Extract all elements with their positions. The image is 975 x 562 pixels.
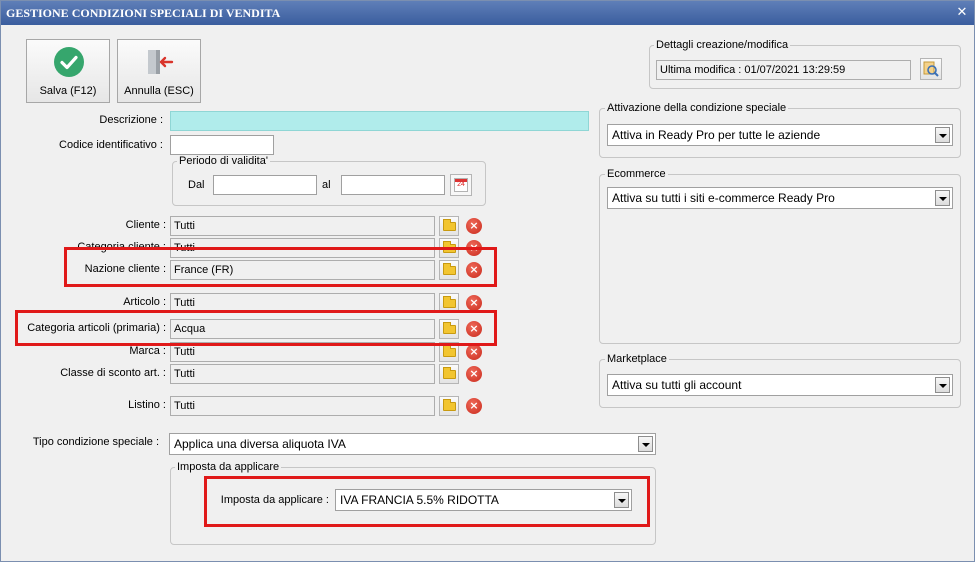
marketplace-select[interactable]: Attiva su tutti gli account xyxy=(607,374,953,396)
chevron-down-icon[interactable] xyxy=(935,377,950,393)
articolo-label: Articolo : xyxy=(123,296,166,308)
tipo-condizione-label: Tipo condizione speciale : xyxy=(32,436,159,448)
cliente-clear-button[interactable]: × xyxy=(464,216,484,236)
attivazione-value: Attiva in Ready Pro per tutte le aziende xyxy=(612,128,821,142)
calendar-button[interactable]: 24 xyxy=(450,174,472,196)
clear-icon: × xyxy=(466,218,482,234)
classe-sconto-field[interactable]: Tutti xyxy=(170,364,435,384)
classe-sconto-label: Classe di sconto art. : xyxy=(60,367,166,379)
save-label: Salva (F12) xyxy=(39,85,97,97)
dal-input[interactable] xyxy=(213,175,317,195)
chevron-down-icon[interactable] xyxy=(935,127,950,143)
dettagli-title: Dettagli creazione/modifica xyxy=(654,39,791,51)
dettagli-button[interactable] xyxy=(920,58,942,80)
title-bar: GESTIONE CONDIZIONI SPECIALI DI VENDITA … xyxy=(1,1,974,25)
window-title: GESTIONE CONDIZIONI SPECIALI DI VENDITA xyxy=(6,6,281,20)
attivazione-title: Attivazione della condizione speciale xyxy=(605,102,789,114)
cliente-field[interactable]: Tutti xyxy=(170,216,435,236)
classe-sconto-browse-button[interactable] xyxy=(439,364,459,384)
ecommerce-select[interactable]: Attiva su tutti i siti e-commerce Ready … xyxy=(607,187,953,209)
magnifier-icon xyxy=(923,61,939,77)
close-icon[interactable]: ✕ xyxy=(954,5,970,21)
tipo-condizione-select[interactable]: Applica una diversa aliquota IVA xyxy=(169,433,656,455)
descrizione-label: Descrizione : xyxy=(99,114,163,126)
highlight-imposta xyxy=(204,476,650,527)
clear-icon: × xyxy=(466,344,482,360)
listino-field[interactable]: Tutti xyxy=(170,396,435,416)
attivazione-select[interactable]: Attiva in Ready Pro per tutte le aziende xyxy=(607,124,953,146)
al-label: al xyxy=(322,179,331,191)
listino-clear-button[interactable]: × xyxy=(464,396,484,416)
marketplace-value: Attiva su tutti gli account xyxy=(612,378,742,392)
clear-icon: × xyxy=(466,295,482,311)
checkmark-icon xyxy=(54,47,84,77)
exit-door-icon xyxy=(148,50,174,74)
calendar-icon: 24 xyxy=(454,178,468,192)
imposta-group-title: Imposta da applicare xyxy=(175,461,282,473)
highlight-nazione-cliente xyxy=(64,247,497,287)
periodo-title: Periodo di validita' xyxy=(177,155,270,167)
descrizione-input[interactable] xyxy=(170,111,589,131)
dialog-window: GESTIONE CONDIZIONI SPECIALI DI VENDITA … xyxy=(0,0,975,562)
cancel-button[interactable]: Annulla (ESC) xyxy=(117,39,201,103)
marca-label: Marca : xyxy=(129,345,166,357)
codice-input[interactable] xyxy=(170,135,274,155)
folder-icon xyxy=(443,345,456,357)
cliente-label: Cliente : xyxy=(125,219,166,231)
folder-icon xyxy=(443,367,456,379)
listino-label: Listino : xyxy=(128,399,166,411)
clear-icon: × xyxy=(466,398,482,414)
ecommerce-title: Ecommerce xyxy=(605,168,668,180)
cliente-browse-button[interactable] xyxy=(439,216,459,236)
ecommerce-value: Attiva su tutti i siti e-commerce Ready … xyxy=(612,191,835,205)
highlight-categoria-articoli xyxy=(15,310,497,346)
marketplace-title: Marketplace xyxy=(605,353,669,365)
clear-icon: × xyxy=(466,366,482,382)
cancel-label: Annulla (ESC) xyxy=(124,85,194,97)
dal-label: Dal xyxy=(188,179,205,191)
folder-icon xyxy=(443,399,456,411)
classe-sconto-clear-button[interactable]: × xyxy=(464,364,484,384)
save-button[interactable]: Salva (F12) xyxy=(26,39,110,103)
listino-browse-button[interactable] xyxy=(439,396,459,416)
chevron-down-icon[interactable] xyxy=(638,436,653,452)
al-input[interactable] xyxy=(341,175,445,195)
ultima-modifica-field: Ultima modifica : 01/07/2021 13:29:59 xyxy=(656,60,911,80)
codice-label: Codice identificativo : xyxy=(59,139,163,151)
tipo-condizione-value: Applica una diversa aliquota IVA xyxy=(174,437,346,451)
folder-icon xyxy=(443,219,456,231)
chevron-down-icon[interactable] xyxy=(935,190,950,206)
folder-icon xyxy=(443,296,456,308)
